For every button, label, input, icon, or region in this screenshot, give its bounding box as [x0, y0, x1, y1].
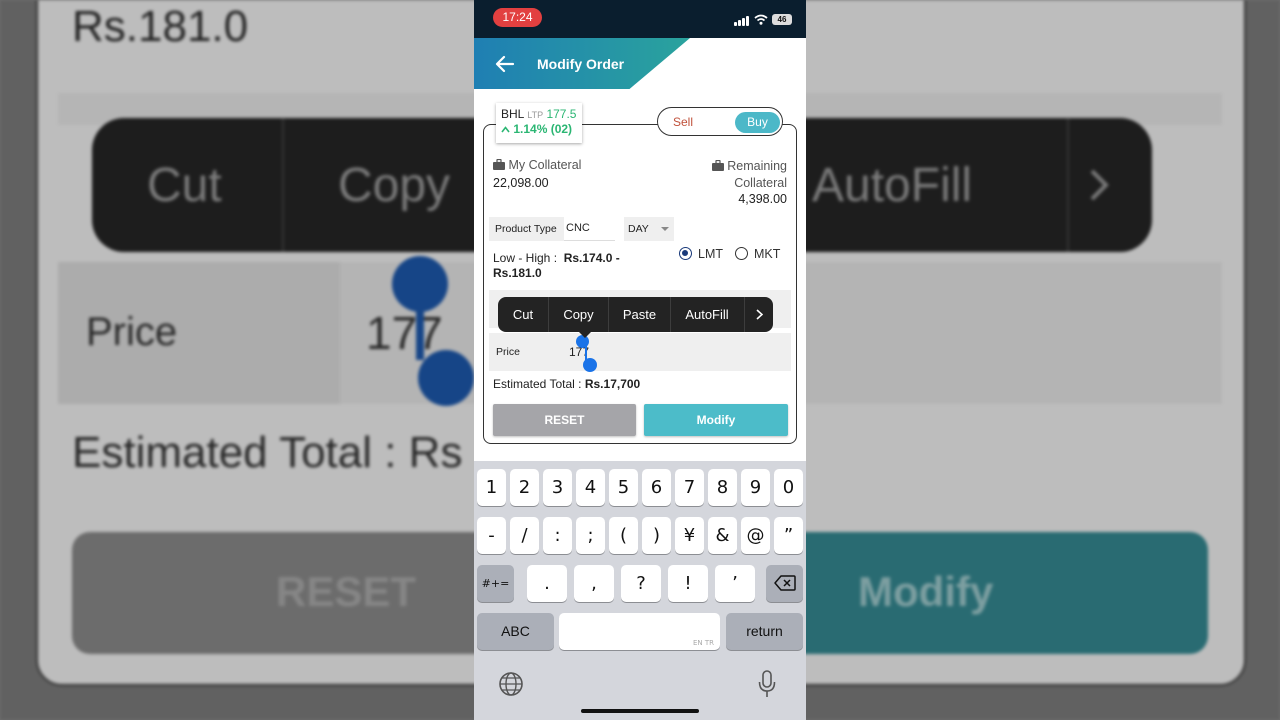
wifi-icon: [754, 14, 768, 25]
chevron-down-icon: [661, 227, 669, 231]
buy-option[interactable]: Buy: [735, 112, 780, 133]
key-4[interactable]: 4: [576, 469, 605, 506]
menu-autofill[interactable]: AutoFill: [671, 297, 743, 332]
numeric-keyboard: 1 2 3 4 5 6 7 8 9 0 - / : ; ( ) ¥ & @ ” …: [474, 461, 806, 720]
keyboard-language: EN TR: [692, 639, 714, 647]
key-semicolon[interactable]: ;: [576, 517, 605, 554]
key-dash[interactable]: -: [477, 517, 506, 554]
briefcase-icon: [493, 159, 505, 170]
key-period[interactable]: .: [527, 565, 567, 602]
menu-copy[interactable]: Copy: [549, 297, 608, 332]
app-bar: Modify Order: [474, 38, 806, 89]
menu-cut[interactable]: Cut: [498, 297, 548, 332]
menu-divider: [744, 297, 745, 332]
space-key[interactable]: EN TR: [559, 613, 720, 650]
sell-option[interactable]: Sell: [673, 115, 693, 129]
key-8[interactable]: 8: [708, 469, 737, 506]
my-collateral-value: 22,098.00: [493, 176, 549, 190]
key-6[interactable]: 6: [642, 469, 671, 506]
key-7[interactable]: 7: [675, 469, 704, 506]
key-0[interactable]: 0: [774, 469, 803, 506]
menu-paste[interactable]: Paste: [609, 297, 670, 332]
validity-value: DAY: [628, 223, 649, 235]
key-yen[interactable]: ¥: [675, 517, 704, 554]
stock-info-box: BHL LTP 177.5 1.14% (02): [496, 103, 582, 143]
key-quote[interactable]: ”: [774, 517, 803, 554]
product-type-label: Product Type: [489, 217, 564, 241]
key-slash[interactable]: /: [510, 517, 539, 554]
briefcase-icon: [711, 160, 724, 171]
key-ampersand[interactable]: &: [708, 517, 737, 554]
key-question[interactable]: ?: [621, 565, 661, 602]
validity-dropdown[interactable]: DAY: [624, 217, 674, 241]
status-time: 17:24: [493, 8, 542, 27]
order-type-lmt[interactable]: LMT: [679, 246, 731, 262]
text-context-menu: Cut Copy Paste AutoFill: [498, 297, 773, 338]
ltp-tag: LTP: [527, 110, 544, 120]
phone-screen: 17:24 46 Modify Order BHL LTP 177.5 1.14…: [474, 0, 806, 720]
microphone-icon[interactable]: [758, 670, 776, 698]
signal-icon: [734, 16, 750, 26]
buy-sell-toggle[interactable]: Sell Buy: [657, 107, 783, 136]
return-key[interactable]: return: [726, 613, 803, 650]
remaining-collateral-label: Remaining Collateral: [711, 158, 787, 192]
page-title: Modify Order: [537, 56, 625, 72]
estimated-total-value: Rs.17,700: [584, 377, 641, 391]
reset-button[interactable]: RESET: [493, 404, 636, 436]
key-symbols[interactable]: #+=: [477, 565, 514, 602]
radio-unselected-icon: [735, 247, 748, 260]
abc-key[interactable]: ABC: [477, 613, 554, 650]
status-bar: 17:24 46: [474, 0, 806, 38]
key-3[interactable]: 3: [543, 469, 572, 506]
ltp-value: 177.5: [546, 107, 577, 121]
estimated-total: Estimated Total : Rs.17,700: [493, 377, 641, 391]
key-exclamation[interactable]: !: [668, 565, 708, 602]
my-collateral-label: My Collateral: [493, 158, 581, 172]
selection-handle-end[interactable]: [583, 358, 597, 372]
globe-icon[interactable]: [498, 671, 524, 697]
home-indicator[interactable]: [581, 709, 699, 713]
key-apostrophe[interactable]: ’: [715, 565, 755, 602]
key-comma[interactable]: ,: [574, 565, 614, 602]
key-colon[interactable]: :: [543, 517, 572, 554]
key-9[interactable]: 9: [741, 469, 770, 506]
key-2[interactable]: 2: [510, 469, 539, 506]
battery-icon: 46: [772, 14, 792, 25]
key-5[interactable]: 5: [609, 469, 638, 506]
price-row: Price 177: [489, 333, 791, 371]
arrow-up-icon: [501, 126, 510, 133]
stock-symbol: BHL: [501, 107, 524, 121]
low-high-range: Low - High : Rs.174.0 - Rs.181.0: [493, 251, 620, 280]
backspace-key[interactable]: [766, 565, 803, 602]
key-at[interactable]: @: [741, 517, 770, 554]
radio-selected-icon: [679, 247, 692, 260]
price-label: Price: [496, 346, 520, 358]
back-arrow-icon[interactable]: [494, 53, 516, 75]
key-paren-close[interactable]: ): [642, 517, 671, 554]
order-type-mkt[interactable]: MKT: [735, 246, 787, 262]
chevron-right-icon[interactable]: [756, 309, 763, 320]
key-1[interactable]: 1: [477, 469, 506, 506]
modify-button[interactable]: Modify: [644, 404, 788, 436]
backspace-icon: [773, 575, 796, 591]
stock-change: 1.14% (02): [513, 122, 573, 136]
key-paren-open[interactable]: (: [609, 517, 638, 554]
remaining-collateral-value: 4,398.00: [738, 192, 787, 206]
product-type-value[interactable]: CNC: [564, 217, 615, 241]
